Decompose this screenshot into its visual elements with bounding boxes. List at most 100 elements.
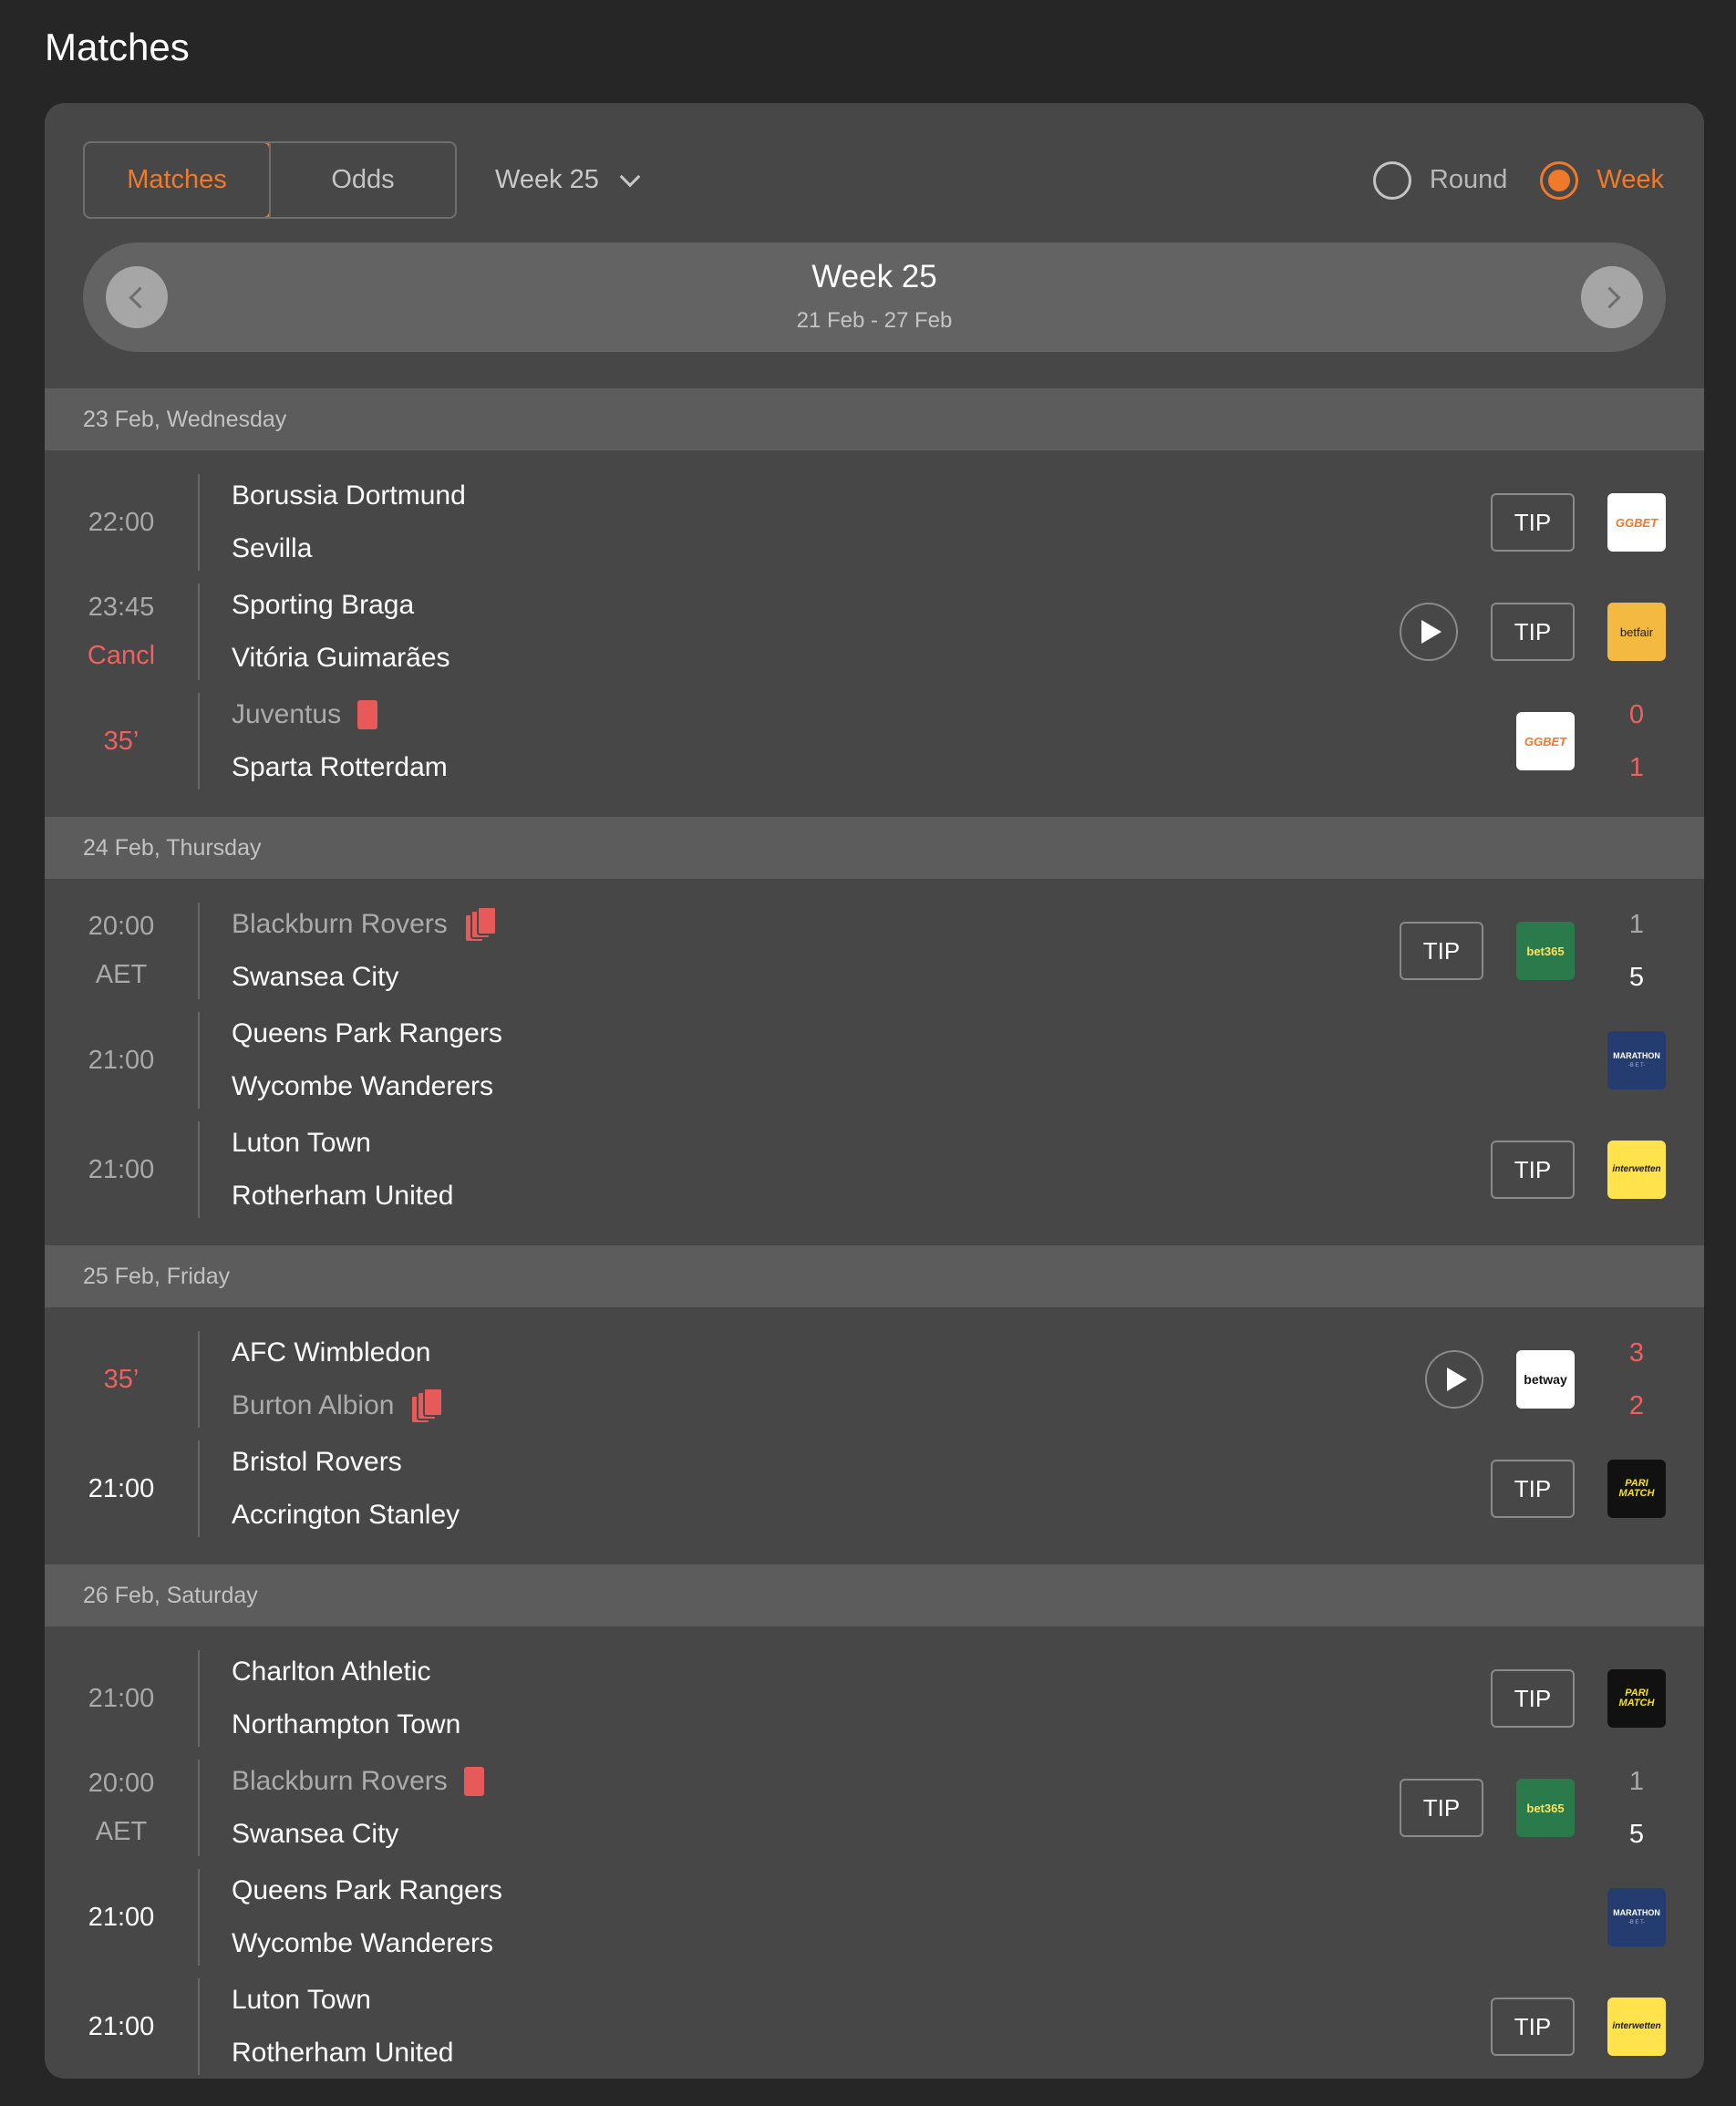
match-row[interactable]: 35’ Juventus Sparta Rotterdam GGBET 0 1: [45, 693, 1704, 802]
match-row[interactable]: 20:00 AET Blackburn Rovers Swansea City TIP b…: [45, 903, 1704, 1012]
tip-button[interactable]: TIP: [1491, 1669, 1575, 1728]
betfair-logo-icon[interactable]: betfair: [1607, 603, 1666, 661]
week-dropdown-value: Week 25: [495, 165, 599, 194]
bookmaker-name: MARATHON: [1613, 1908, 1660, 1917]
bookmaker-name: MARATHON: [1613, 1051, 1660, 1060]
interwetten-logo-icon[interactable]: interwetten: [1607, 1141, 1666, 1199]
away-team: Northampton Town: [232, 1703, 460, 1747]
tip-button[interactable]: TIP: [1491, 1141, 1575, 1199]
tip-button[interactable]: TIP: [1491, 1460, 1575, 1518]
kickoff-time: 21:00: [88, 1045, 155, 1075]
home-team: Charlton Athletic: [232, 1650, 460, 1694]
teams: Queens Park Rangers Wycombe Wanderers: [232, 1869, 502, 1966]
bookmaker-name: PARI MATCH: [1618, 1478, 1655, 1499]
match-time: 21:00: [45, 1121, 198, 1218]
kickoff-time: 35’: [103, 1364, 140, 1394]
match-actions: TIP PARI MATCH: [1491, 1440, 1666, 1537]
period-radio-group: Round Week: [1372, 141, 1664, 219]
away-team: Burton Albion: [232, 1384, 444, 1428]
next-week-button[interactable]: [1581, 266, 1643, 328]
match-actions: TIP bet365 1 5: [1400, 903, 1666, 999]
match-time: 35’: [45, 1331, 198, 1428]
view-segmented-control: Matches Odds: [83, 141, 457, 219]
teams: Blackburn Rovers Swansea City: [232, 903, 497, 999]
match-row[interactable]: 22:00 Borussia Dortmund Sevilla TIP GGBET: [45, 474, 1704, 583]
match-time: 21:00: [45, 1440, 198, 1537]
parimatch-logo-icon[interactable]: PARI MATCH: [1607, 1460, 1666, 1518]
home-team-name: Charlton Athletic: [232, 1657, 431, 1687]
teams: Bristol Rovers Accrington Stanley: [232, 1440, 460, 1537]
bet365-logo-icon[interactable]: bet365: [1516, 1779, 1575, 1837]
row-divider: [198, 474, 200, 571]
ggbet-logo-icon[interactable]: GGBET: [1516, 712, 1575, 770]
away-team-name: Wycombe Wanderers: [232, 1928, 494, 1958]
marathonbet-logo-icon[interactable]: MARATHON -B E T-: [1607, 1031, 1666, 1089]
row-divider: [198, 1012, 200, 1109]
away-team-name: Sevilla: [232, 533, 313, 563]
tip-button[interactable]: TIP: [1400, 1779, 1483, 1837]
match-row[interactable]: 23:45 Cancl Sporting Braga Vitória Guimarãe…: [45, 583, 1704, 693]
match-row[interactable]: 21:00 Bristol Rovers Accrington Stanley TIP…: [45, 1440, 1704, 1550]
teams: Charlton Athletic Northampton Town: [232, 1650, 460, 1747]
tip-button[interactable]: TIP: [1400, 922, 1483, 980]
away-team: Sevilla: [232, 527, 466, 571]
tab-matches[interactable]: Matches: [85, 143, 271, 217]
home-team-name: Sporting Braga: [232, 590, 415, 620]
tip-button[interactable]: TIP: [1491, 603, 1575, 661]
home-team-name: Queens Park Rangers: [232, 1018, 502, 1048]
match-row[interactable]: 20:00 AET Blackburn Rovers Swansea City TIP b…: [45, 1760, 1704, 1869]
tab-odds[interactable]: Odds: [269, 143, 455, 217]
match-actions: GGBET 0 1: [1516, 693, 1666, 790]
home-team: Queens Park Rangers: [232, 1012, 502, 1056]
away-team-name: Vitória Guimarães: [232, 643, 450, 673]
match-time: 35’: [45, 693, 198, 790]
away-team: Vitória Guimarães: [232, 636, 450, 680]
parimatch-logo-icon[interactable]: PARI MATCH: [1607, 1669, 1666, 1728]
home-score: 1: [1628, 909, 1645, 939]
teams: Luton Town Rotherham United: [232, 1121, 453, 1218]
match-row[interactable]: 35’ AFC Wimbledon Burton Albion betway 3 2: [45, 1331, 1704, 1440]
home-score: 3: [1628, 1337, 1645, 1368]
match-row[interactable]: 21:00 Queens Park Rangers Wycombe Wanderer…: [45, 1869, 1704, 1978]
play-stream-button[interactable]: [1425, 1350, 1483, 1409]
bet365-logo-icon[interactable]: bet365: [1516, 922, 1575, 980]
match-row[interactable]: 21:00 Charlton Athletic Northampton Town TI…: [45, 1650, 1704, 1760]
kickoff-time: 21:00: [88, 1902, 155, 1932]
bookmaker-name: GGBET: [1524, 734, 1567, 748]
match-actions: TIP PARI MATCH: [1491, 1650, 1666, 1747]
radio-week[interactable]: Week: [1540, 160, 1664, 200]
teams: Juventus Sparta Rotterdam: [232, 693, 448, 790]
row-divider: [198, 1121, 200, 1218]
away-team-name: Wycombe Wanderers: [232, 1071, 494, 1101]
match-actions: TIP interwetten: [1491, 1121, 1666, 1218]
home-team-name: Juventus: [232, 699, 342, 729]
match-row[interactable]: 21:00 Queens Park Rangers Wycombe Wanderer…: [45, 1012, 1704, 1121]
betway-logo-icon[interactable]: betway: [1516, 1350, 1575, 1409]
tip-button[interactable]: TIP: [1491, 1998, 1575, 2056]
match-row[interactable]: 21:00 Luton Town Rotherham United TIP interw…: [45, 1978, 1704, 2079]
teams: Sporting Braga Vitória Guimarães: [232, 583, 450, 680]
interwetten-logo-icon[interactable]: interwetten: [1607, 1998, 1666, 2056]
bookmaker-name: interwetten: [1612, 2021, 1661, 2031]
radio-round[interactable]: Round: [1372, 160, 1507, 200]
match-time: 23:45 Cancl: [45, 583, 198, 680]
row-divider: [198, 1760, 200, 1856]
away-team-name: Rotherham United: [232, 2038, 454, 2068]
play-stream-button[interactable]: [1400, 603, 1458, 661]
red-card-icon: [357, 700, 378, 729]
ggbet-logo-icon[interactable]: GGBET: [1607, 493, 1666, 552]
week-dropdown[interactable]: Week 25: [495, 141, 641, 219]
match-row[interactable]: 21:00 Luton Town Rotherham United TIP interw…: [45, 1121, 1704, 1231]
home-score: 1: [1628, 1766, 1645, 1796]
match-actions: TIP interwetten: [1491, 1978, 1666, 2075]
tip-button[interactable]: TIP: [1491, 493, 1575, 552]
home-team-name: Blackburn Rovers: [232, 909, 448, 939]
away-score: 5: [1628, 962, 1645, 992]
teams: Blackburn Rovers Swansea City: [232, 1760, 484, 1856]
home-team: Borussia Dortmund: [232, 474, 466, 518]
marathonbet-logo-icon[interactable]: MARATHON -B E T-: [1607, 1888, 1666, 1946]
away-score: 5: [1628, 1819, 1645, 1849]
home-team: Blackburn Rovers: [232, 903, 497, 946]
match-time: 21:00: [45, 1650, 198, 1747]
home-team: Luton Town: [232, 1121, 453, 1165]
